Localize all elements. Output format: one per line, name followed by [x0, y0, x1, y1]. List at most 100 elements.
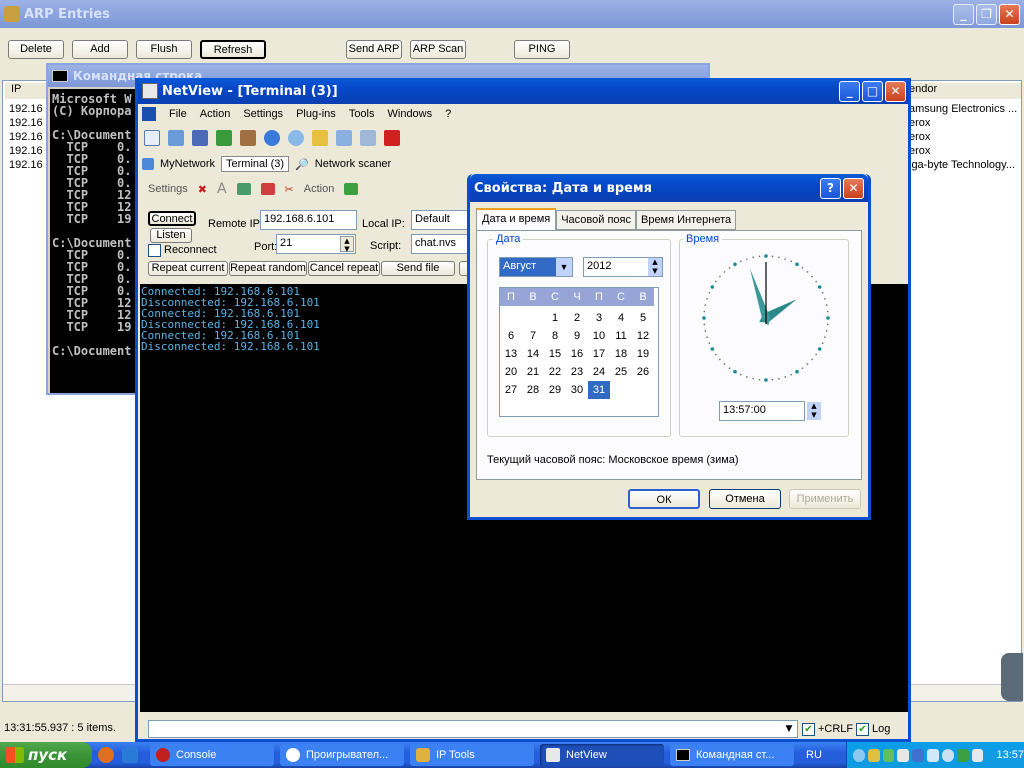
calendar-day[interactable]: 8	[544, 327, 566, 345]
close-button[interactable]: ✕	[843, 178, 864, 199]
calendar-day[interactable]: 18	[610, 345, 632, 363]
key-icon[interactable]	[312, 130, 328, 146]
tray-icon[interactable]	[853, 748, 865, 762]
calendar-day[interactable]: 27	[500, 381, 522, 399]
repeat-current-button[interactable]: Repeat current	[148, 261, 228, 276]
calendar-day[interactable]: 9	[566, 327, 588, 345]
script-field[interactable]: chat.nvs	[411, 234, 471, 254]
flush-button[interactable]: Flush	[136, 40, 192, 59]
calendar-day[interactable]: 11	[610, 327, 632, 345]
menu-windows[interactable]: Windows	[388, 108, 433, 120]
color-icon[interactable]	[236, 183, 251, 195]
calendar-day[interactable]: 2	[566, 309, 588, 327]
close-button[interactable]: ✕	[999, 4, 1020, 25]
delete-button[interactable]: Delete	[8, 40, 64, 59]
menu-tools[interactable]: Tools	[349, 108, 375, 120]
calendar-day[interactable]: 17	[588, 345, 610, 363]
calendar-day[interactable]: 25	[610, 363, 632, 381]
combo-dropdown-arrow[interactable]: ▼	[782, 722, 796, 736]
list-item[interactable]: 192.16	[9, 103, 43, 115]
send-input-combo[interactable]	[148, 720, 798, 738]
col-vendor-header[interactable]: endor	[909, 83, 1021, 99]
cancel-button[interactable]: Отмена	[709, 489, 781, 509]
calendar-day[interactable]: 6	[500, 327, 522, 345]
ping-button[interactable]: PING	[514, 40, 570, 59]
globe-icon[interactable]	[264, 130, 280, 146]
taskbar-item-player[interactable]: Проигрывател...	[280, 744, 404, 766]
menu-file[interactable]: File	[169, 108, 187, 120]
menu-help[interactable]: ?	[445, 108, 451, 120]
quicklaunch-media-icon[interactable]	[122, 747, 138, 763]
calendar-day[interactable]: 12	[632, 327, 654, 345]
calendar-day[interactable]: 4	[610, 309, 632, 327]
taskbar-item-netview[interactable]: NetView	[540, 744, 664, 766]
tray-icon[interactable]	[927, 748, 939, 762]
maximize-button[interactable]: ❐	[976, 4, 997, 25]
cable-icon[interactable]	[240, 130, 256, 146]
apply-button[interactable]: Применить	[789, 489, 861, 509]
log-checkbox[interactable]: ✔	[856, 723, 869, 736]
time-field[interactable]: 13:57:00	[719, 401, 805, 421]
minimize-button[interactable]: _	[839, 81, 860, 102]
local-ip-field[interactable]: Default	[411, 210, 471, 230]
maximize-button[interactable]: □	[862, 81, 883, 102]
menu-plugins[interactable]: Plug-ins	[296, 108, 336, 120]
add-button[interactable]: Add	[72, 40, 128, 59]
repeat-random-button[interactable]: Repeat random	[229, 261, 307, 276]
calendar-day[interactable]: 21	[522, 363, 544, 381]
port-spinner[interactable]: ▲ ▼	[340, 236, 354, 253]
delete-icon[interactable]: ✖	[198, 183, 207, 196]
start-button[interactable]: пуск	[0, 742, 92, 768]
calendar-day[interactable]: 26	[632, 363, 654, 381]
tab-network-scaner[interactable]: Network scaner	[315, 158, 391, 170]
reconnect-checkbox[interactable]	[148, 244, 161, 257]
menu-action[interactable]: Action	[200, 108, 231, 120]
tray-icon[interactable]	[897, 748, 910, 762]
tray-icon[interactable]	[867, 748, 880, 762]
calendar-day[interactable]: 24	[588, 363, 610, 381]
crlf-checkbox[interactable]: ✔	[802, 723, 815, 736]
taskbar-item-iptools[interactable]: IP Tools	[410, 744, 534, 766]
volume-icon[interactable]	[971, 748, 984, 762]
tab-terminal[interactable]: Terminal (3)	[221, 156, 290, 172]
language-indicator[interactable]: RU	[806, 749, 822, 761]
list-item[interactable]: 192.16	[9, 145, 43, 157]
tray-icon[interactable]	[912, 748, 925, 762]
help-button[interactable]: ?	[820, 178, 841, 199]
calendar-day[interactable]: 31	[588, 381, 610, 399]
new-icon[interactable]	[144, 130, 160, 146]
list-item[interactable]: 192.16	[9, 159, 43, 171]
remote-ip-field[interactable]: 192.168.6.101	[260, 210, 357, 230]
calendar-day[interactable]: 13	[500, 345, 522, 363]
tab-internet-time[interactable]: Время Интернета	[635, 210, 737, 230]
window-icon[interactable]	[260, 183, 275, 195]
power-icon[interactable]	[384, 130, 400, 146]
calendar-day[interactable]: 15	[544, 345, 566, 363]
tray-icon[interactable]	[941, 748, 954, 762]
send-arp-button[interactable]: Send ARP	[346, 40, 402, 59]
calendar-day[interactable]: 28	[522, 381, 544, 399]
calendar-day[interactable]: 5	[632, 309, 654, 327]
send-file-button[interactable]: Send file	[381, 261, 455, 276]
ok-button[interactable]: ОК	[628, 489, 700, 509]
calendar-day[interactable]: 23	[566, 363, 588, 381]
arp-scan-button[interactable]: ARP Scan	[410, 40, 466, 59]
terminal-icon[interactable]	[192, 130, 208, 146]
network-icon[interactable]	[216, 130, 232, 146]
calendar-day[interactable]: 22	[544, 363, 566, 381]
calendar-day[interactable]: 30	[566, 381, 588, 399]
cancel-repeat-button[interactable]: Cancel repeat	[308, 261, 380, 276]
tray-icon[interactable]	[956, 748, 969, 762]
connect-button[interactable]: Connect	[148, 211, 196, 226]
list-item[interactable]: 192.16	[9, 131, 43, 143]
tab-date-time[interactable]: Дата и время	[476, 208, 557, 230]
search-icon[interactable]	[288, 130, 304, 146]
side-widget-icon[interactable]	[1001, 653, 1023, 701]
calendar-day[interactable]: 10	[588, 327, 610, 345]
tools-icon[interactable]	[360, 130, 376, 146]
find-icon[interactable]	[168, 130, 184, 146]
year-spinner[interactable]: ▲ ▼	[648, 258, 662, 276]
calendar-day[interactable]: 1	[544, 309, 566, 327]
calendar-day[interactable]: 14	[522, 345, 544, 363]
wrench-icon[interactable]: ✂	[285, 183, 294, 196]
